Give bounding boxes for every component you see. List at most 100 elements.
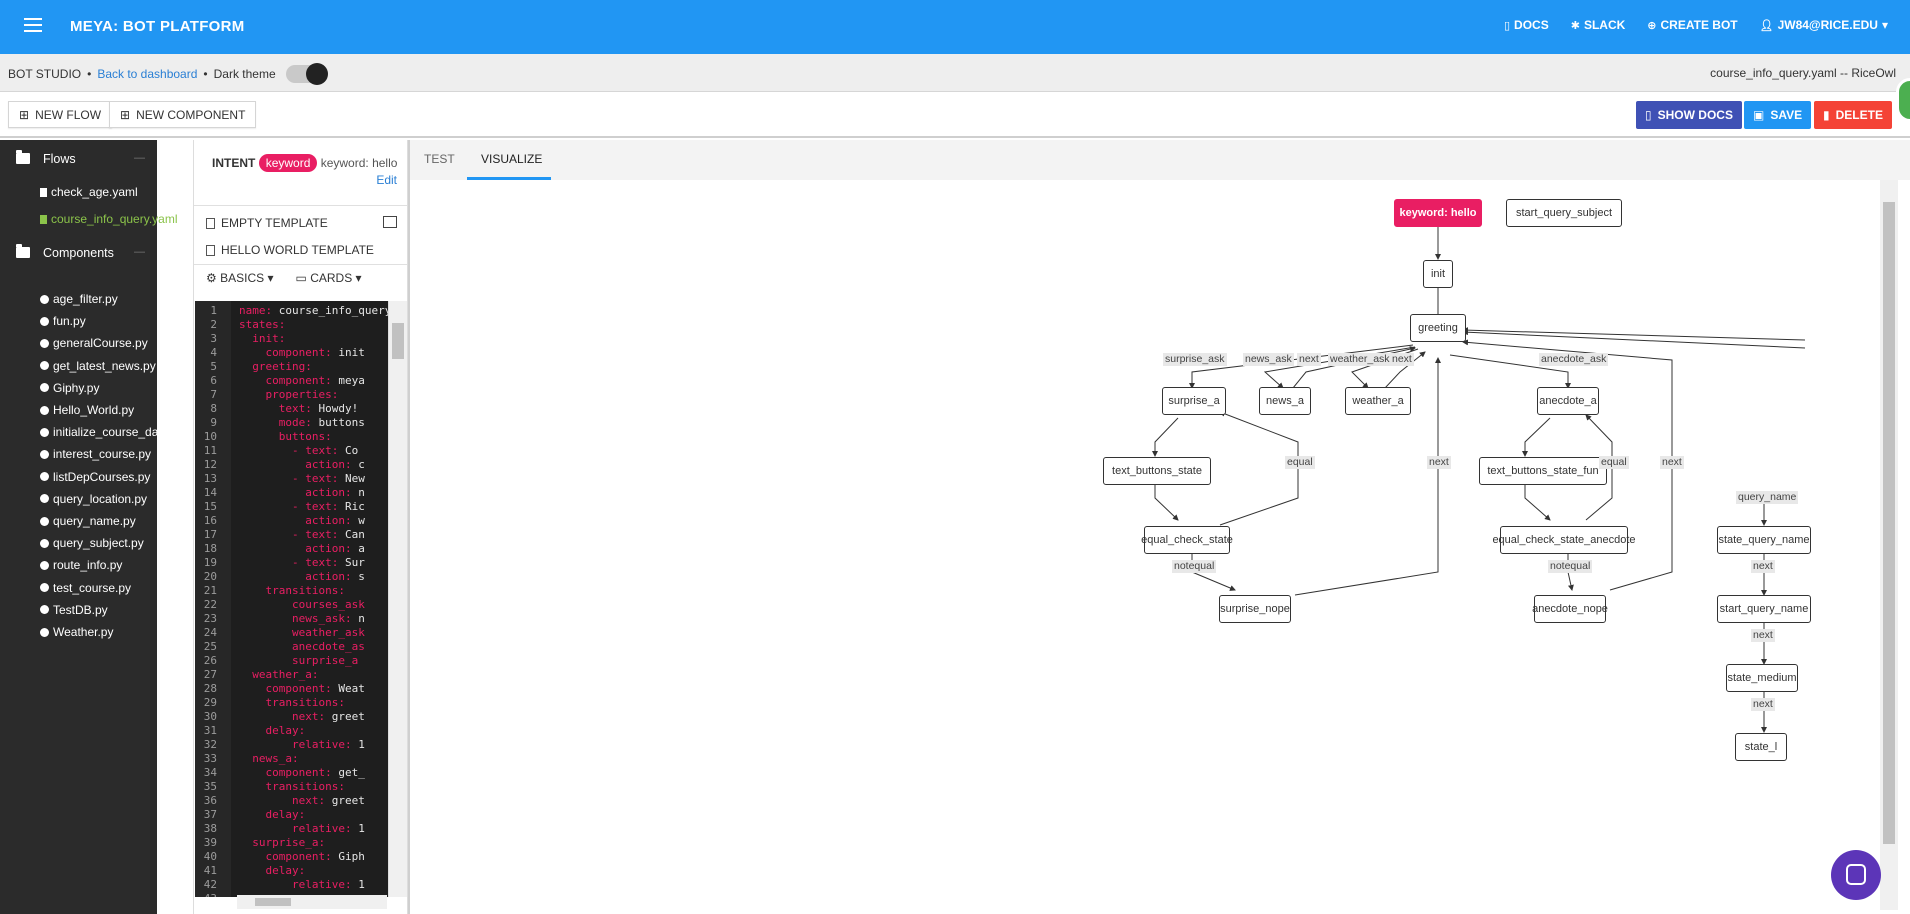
code-line: 9 mode: buttons — [195, 416, 388, 430]
code-key: relative: — [239, 878, 352, 891]
separator-dot: • — [203, 67, 208, 81]
flow-item[interactable]: check_age.yaml — [40, 183, 138, 201]
line-number: 11 — [203, 444, 217, 457]
component-item[interactable]: Hello_World.py — [40, 401, 134, 419]
code-line: 31 delay: — [195, 724, 388, 738]
create-bot-link[interactable]: ⊕ CREATE BOT — [1647, 18, 1737, 32]
floating-action-button[interactable] — [1896, 78, 1910, 122]
edge — [1152, 417, 1179, 457]
folder-icon — [16, 244, 30, 258]
line-number: 43 — [195, 892, 217, 897]
graph-node[interactable]: weather_a — [1345, 387, 1411, 415]
graph-node[interactable]: state_query_name — [1717, 526, 1811, 554]
code-key: greeting: — [239, 360, 312, 373]
component-item[interactable]: fun.py — [40, 312, 86, 330]
component-item[interactable]: interest_course.py — [40, 445, 151, 463]
chat-launcher-button[interactable] — [1831, 850, 1881, 900]
scroll-thumb[interactable] — [392, 323, 404, 359]
line-number: 15 — [203, 500, 217, 513]
component-item[interactable]: Weather.py — [40, 623, 113, 641]
tab-test[interactable]: TEST — [424, 152, 455, 166]
graph-node[interactable]: news_a — [1259, 387, 1311, 415]
graph-node[interactable]: greeting — [1410, 314, 1466, 342]
user-menu[interactable]: 👤︎ JW84@RICE.EDU ▾ — [1760, 18, 1888, 32]
basics-dropdown[interactable]: ⚙ BASICS ▾ — [206, 271, 274, 285]
graph-node[interactable]: text_buttons_state — [1103, 457, 1211, 485]
graph-node[interactable]: surprise_nope — [1219, 595, 1291, 623]
tab-visualize[interactable]: VISUALIZE — [481, 152, 542, 166]
graph-node-start[interactable]: keyword: hello — [1394, 199, 1482, 227]
collapse-icon[interactable]: — — [134, 246, 145, 258]
code-line: 35 transitions: — [195, 780, 388, 794]
docs-link[interactable]: ▯ DOCS — [1504, 18, 1549, 32]
graph-node[interactable]: start_query_subject — [1506, 199, 1622, 227]
empty-template-button[interactable]: EMPTY TEMPLATE — [206, 216, 328, 230]
components-section-header[interactable]: Components — — [0, 242, 157, 264]
flows-section-header[interactable]: Flows — — [0, 148, 157, 170]
hello-world-template-button[interactable]: HELLO WORLD TEMPLATE — [206, 243, 374, 257]
code-editor[interactable]: 1 name: course_info_query 2 states: 3 init: 4… — [195, 301, 388, 897]
flow-item-active[interactable]: course_info_query.yaml — [40, 210, 178, 228]
graph-node[interactable]: anecdote_nope — [1532, 595, 1608, 623]
line-number: 12 — [203, 458, 217, 471]
graph-node[interactable]: state_l — [1735, 733, 1787, 761]
flow-graph-canvas[interactable]: keyword: hello start_query_subject init … — [410, 180, 1880, 914]
component-item[interactable]: TestDB.py — [40, 601, 108, 619]
code-line: 32 relative: 1 — [195, 738, 388, 752]
component-item[interactable]: query_name.py — [40, 512, 136, 530]
code-key: action: — [239, 458, 352, 471]
graph-node[interactable]: state_medium — [1726, 664, 1798, 692]
canvas-vertical-scrollbar[interactable] — [1880, 180, 1898, 910]
code-horizontal-scrollbar[interactable] — [237, 895, 387, 909]
file-title: course_info_query.yaml -- RiceOwl — [1710, 66, 1896, 80]
show-docs-button[interactable]: ▯ SHOW DOCS — [1636, 101, 1742, 129]
graph-node[interactable]: text_buttons_state_fun — [1479, 457, 1607, 485]
code-value: meya — [331, 374, 365, 387]
code-vertical-scrollbar[interactable] — [388, 301, 407, 897]
code-line: 41 delay: — [195, 864, 388, 878]
line-number: 7 — [210, 388, 217, 401]
top-nav: ▯ DOCS ✱ SLACK ⊕ CREATE BOT 👤︎ JW84@RICE.EDU… — [1504, 18, 1888, 32]
code-key: properties: — [239, 388, 339, 401]
code-key: action: — [239, 486, 352, 499]
code-value: get_ — [331, 766, 365, 779]
edge — [1154, 485, 1179, 521]
code-value: greet — [325, 710, 365, 723]
code-key: - text: — [239, 556, 339, 569]
save-button[interactable]: ▣ SAVE — [1744, 101, 1812, 129]
menu-icon[interactable] — [24, 18, 42, 32]
scroll-thumb[interactable] — [255, 898, 291, 906]
code-key: anecdote_as — [239, 640, 365, 653]
graph-node[interactable]: init — [1423, 260, 1453, 288]
graph-node[interactable]: equal_check_state_anecdote — [1492, 526, 1636, 554]
component-item[interactable]: route_info.py — [40, 556, 122, 574]
code-line: 38 relative: 1 — [195, 822, 388, 836]
back-to-dashboard-link[interactable]: Back to dashboard — [97, 67, 197, 81]
new-component-button[interactable]: ⊞ NEW COMPONENT — [109, 101, 257, 128]
component-item[interactable]: query_location.py — [40, 490, 147, 508]
graph-node[interactable]: surprise_a — [1162, 387, 1226, 415]
line-number: 19 — [203, 556, 217, 569]
component-item[interactable]: get_latest_news.py — [40, 357, 156, 375]
graph-node[interactable]: start_query_name — [1717, 595, 1811, 623]
component-item[interactable]: age_filter.py — [40, 290, 118, 308]
fullscreen-icon[interactable] — [383, 216, 397, 228]
component-item[interactable]: Giphy.py — [40, 379, 99, 397]
edit-intent-link[interactable]: Edit — [376, 173, 397, 187]
new-flow-button[interactable]: ⊞ NEW FLOW — [8, 101, 113, 128]
graph-node[interactable]: equal_check_state — [1141, 526, 1233, 554]
line-number: 24 — [203, 626, 217, 639]
graph-node[interactable]: anecdote_a — [1537, 387, 1599, 415]
collapse-icon[interactable]: — — [134, 152, 145, 164]
cards-dropdown[interactable]: ▭ CARDS ▾ — [296, 271, 362, 285]
scroll-thumb[interactable] — [1883, 202, 1895, 844]
dark-theme-toggle[interactable] — [285, 63, 328, 85]
component-item[interactable]: initialize_course_data.py — [40, 423, 184, 441]
code-line: 19 - text: Sur — [195, 556, 388, 570]
component-item[interactable]: test_course.py — [40, 579, 131, 597]
delete-button[interactable]: ▮ DELETE — [1814, 101, 1892, 129]
component-item[interactable]: generalCourse.py — [40, 334, 148, 352]
component-item[interactable]: query_subject.py — [40, 534, 144, 552]
slack-link[interactable]: ✱ SLACK — [1571, 18, 1626, 32]
component-item[interactable]: listDepCourses.py — [40, 468, 150, 486]
